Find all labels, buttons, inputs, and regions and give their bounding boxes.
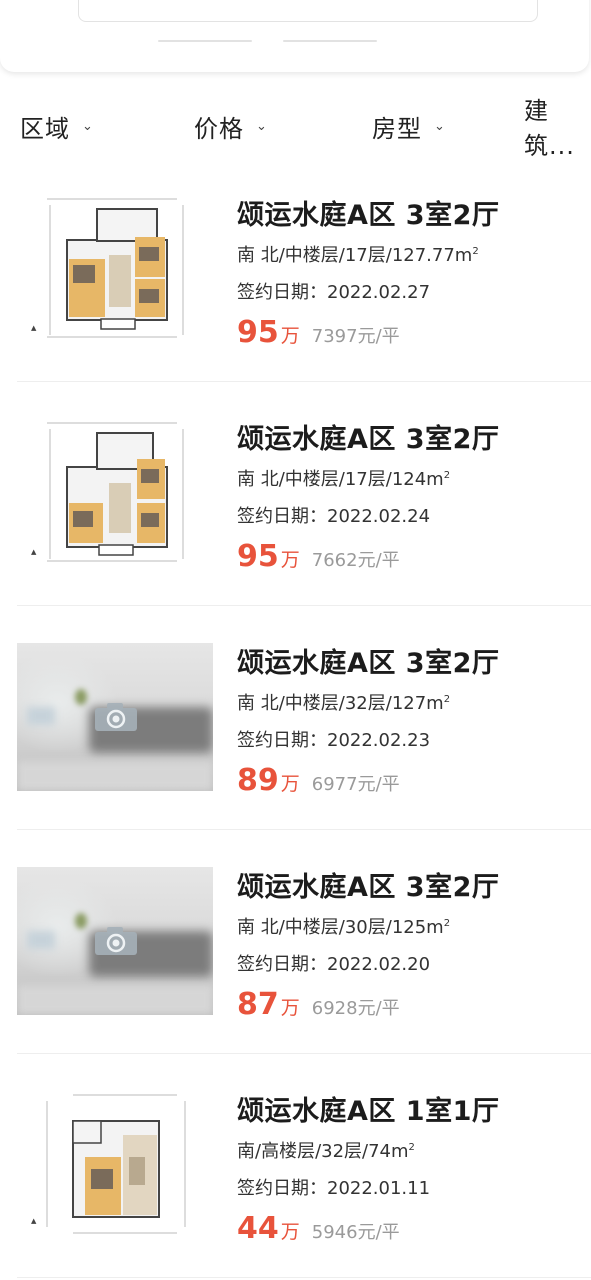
listing-title: 颂运水庭A区 3室2厅	[237, 424, 500, 455]
total-price: 95	[237, 539, 279, 574]
listing-item[interactable]: ▲ 颂运水庭A区 1室1厅 南/高楼层/32层/74m2 签约日期：2022.0…	[17, 1053, 591, 1278]
search-box[interactable]	[78, 0, 538, 22]
chevron-down-icon: ⌄	[82, 118, 93, 134]
listing-meta: 南/高楼层/32层/74m2	[237, 1137, 415, 1163]
filter-building[interactable]: 建筑...	[524, 97, 591, 160]
listing-sign-date: 签约日期：2022.02.20	[237, 954, 431, 975]
listing-sign-date: 签约日期：2022.01.11	[237, 1178, 431, 1199]
filter-region[interactable]: 区域 ⌄	[20, 104, 93, 148]
unit-price: 5946元/平	[311, 1222, 400, 1243]
unit-price: 7662元/平	[311, 550, 400, 571]
chevron-down-icon: ⌄	[256, 118, 267, 134]
price-row: 95 万 7662元/平	[237, 539, 400, 574]
listing-title: 颂运水庭A区 3室2厅	[237, 200, 500, 231]
filter-layout[interactable]: 房型 ⌄	[372, 104, 445, 148]
area-unit-superscript: 2	[408, 1142, 415, 1153]
svg-text:▲: ▲	[31, 1217, 37, 1225]
area-unit-superscript: 2	[443, 918, 451, 929]
placeholder-photo-image	[17, 867, 213, 1015]
total-price-unit: 万	[280, 773, 300, 795]
total-price-unit: 万	[280, 325, 300, 347]
filter-building-label: 建筑...	[524, 97, 575, 160]
listing-meta-text: 南 北/中楼层/30层/125m	[237, 917, 444, 938]
listing-item[interactable]: 颂运水庭A区 3室2厅 南 北/中楼层/32层/127m2 签约日期：2022.…	[17, 605, 591, 830]
listing-meta: 南 北/中楼层/30层/125m2	[237, 913, 450, 939]
svg-text:▲: ▲	[31, 324, 37, 332]
floor-plan-image: ▲	[17, 195, 213, 343]
area-unit-superscript: 2	[443, 694, 451, 705]
total-price-unit: 万	[280, 997, 300, 1019]
unit-price: 6928元/平	[311, 998, 400, 1019]
area-unit-superscript: 2	[472, 246, 479, 257]
total-price-unit: 万	[280, 1221, 300, 1243]
listing-item[interactable]: ▲ 颂运水庭A区 3室2厅 南 北/中楼层/17层/127.77m2 签约日期：…	[17, 157, 591, 382]
total-price: 95	[237, 315, 279, 350]
price-row: 87 万 6928元/平	[237, 987, 400, 1022]
photo-blur-shape	[27, 931, 55, 949]
page-indicator-active	[158, 40, 252, 42]
svg-text:▲: ▲	[31, 548, 37, 556]
filter-price-label: 价格	[194, 114, 244, 143]
price-row: 95 万 7397元/平	[237, 315, 400, 350]
listing-item[interactable]: 颂运水庭A区 3室2厅 南 北/中楼层/30层/125m2 签约日期：2022.…	[17, 829, 591, 1054]
area-unit-superscript: 2	[443, 470, 451, 481]
camera-icon	[95, 703, 137, 731]
unit-price: 6977元/平	[311, 774, 400, 795]
listing-title: 颂运水庭A区 3室2厅	[237, 648, 500, 679]
listing-meta-text: 南/高楼层/32层/74m	[237, 1141, 409, 1162]
filter-region-label: 区域	[20, 114, 70, 143]
placeholder-photo-image	[17, 643, 213, 791]
listing-meta: 南 北/中楼层/32层/127m2	[237, 689, 450, 715]
total-price: 87	[237, 987, 279, 1022]
listing-meta: 南 北/中楼层/17层/124m2	[237, 465, 450, 491]
photo-blur-shape	[27, 707, 55, 725]
chevron-down-icon: ⌄	[434, 118, 445, 134]
listing-meta-text: 南 北/中楼层/17层/127.77m	[237, 245, 473, 266]
listing-title: 颂运水庭A区 1室1厅	[237, 1096, 500, 1127]
listing-meta-text: 南 北/中楼层/32层/127m	[237, 693, 444, 714]
search-card	[0, 0, 589, 72]
total-price-unit: 万	[280, 549, 300, 571]
price-row: 44 万 5946元/平	[237, 1211, 400, 1246]
total-price: 89	[237, 763, 279, 798]
total-price: 44	[237, 1211, 279, 1246]
price-row: 89 万 6977元/平	[237, 763, 400, 798]
camera-icon	[95, 927, 137, 955]
photo-blur-shape	[17, 761, 213, 791]
listing-sign-date: 签约日期：2022.02.23	[237, 730, 431, 751]
listing-meta-text: 南 北/中楼层/17层/124m	[237, 469, 444, 490]
floor-plan-image: ▲	[17, 1091, 213, 1239]
floor-plan-image: ▲	[17, 419, 213, 567]
listing-sign-date: 签约日期：2022.02.27	[237, 282, 431, 303]
listing-meta: 南 北/中楼层/17层/127.77m2	[237, 241, 479, 267]
unit-price: 7397元/平	[311, 326, 400, 347]
listing-item[interactable]: ▲ 颂运水庭A区 3室2厅 南 北/中楼层/17层/124m2 签约日期：202…	[17, 381, 591, 606]
photo-blur-shape	[75, 689, 87, 705]
filter-bar: 区域 ⌄ 价格 ⌄ 房型 ⌄ 建筑...	[0, 97, 591, 160]
photo-blur-shape	[17, 985, 213, 1015]
photo-blur-shape	[75, 913, 87, 929]
filter-layout-label: 房型	[372, 114, 422, 143]
page-indicator	[283, 40, 377, 42]
listing-title: 颂运水庭A区 3室2厅	[237, 872, 500, 903]
filter-price[interactable]: 价格 ⌄	[194, 104, 267, 148]
listing-sign-date: 签约日期：2022.02.24	[237, 506, 431, 527]
